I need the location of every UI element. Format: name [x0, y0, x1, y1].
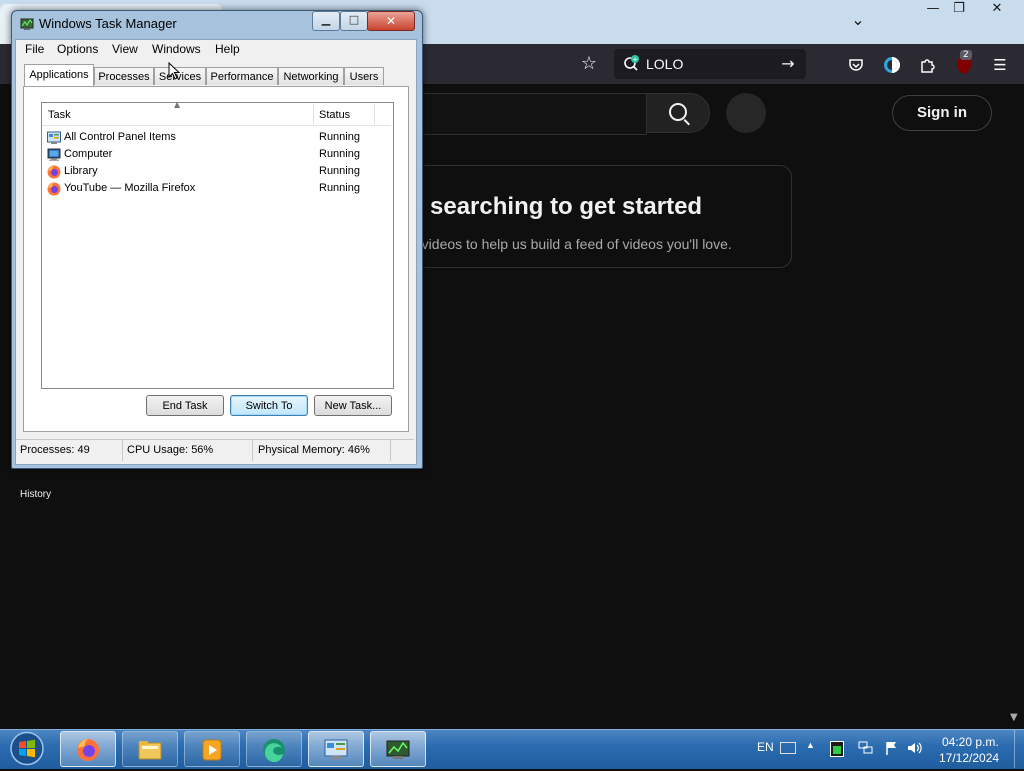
column-header-status[interactable]: Status [319, 109, 350, 121]
close-button[interactable]: ✕ [367, 11, 415, 31]
card-subtitle: g videos to help us build a feed of vide… [410, 236, 732, 252]
tab-performance[interactable]: Performance [206, 67, 278, 85]
restore-glyph: ❐ [953, 1, 965, 16]
task-status: Running [319, 165, 360, 177]
menu-help[interactable]: Help [215, 42, 240, 56]
search-engine-icon: + [622, 54, 642, 74]
start-button[interactable] [6, 730, 48, 767]
task-manager-icon [20, 16, 34, 30]
firefox-icon [47, 181, 61, 196]
end-task-button[interactable]: End Task [146, 395, 224, 416]
task-name[interactable]: All Control Panel Items [64, 131, 176, 143]
tab-applications[interactable]: Applications [24, 64, 94, 86]
volume-icon[interactable] [906, 740, 924, 756]
youtube-search-input[interactable] [420, 93, 647, 135]
taskbar-firefox[interactable] [60, 731, 116, 767]
firefox-icon [77, 739, 99, 761]
tab-users[interactable]: Users [344, 67, 384, 85]
computer-icon [47, 147, 61, 161]
taskbar-media-player[interactable] [184, 731, 240, 767]
hamburger-menu-icon[interactable]: ☰ [988, 54, 1012, 76]
mouse-pointer-icon [168, 61, 181, 80]
task-name[interactable]: Library [64, 165, 98, 177]
status-processes: Processes: 49 [20, 444, 90, 456]
menu-view[interactable]: View [112, 42, 138, 56]
status-divider [122, 440, 123, 461]
show-desktop-button[interactable] [1014, 730, 1024, 768]
task-status: Running [319, 148, 360, 160]
tab-networking[interactable]: Networking [278, 67, 344, 85]
youtube-search-button[interactable] [646, 93, 710, 133]
sort-caret-icon: ▲ [174, 100, 181, 109]
maximize-button[interactable]: □ [340, 11, 368, 31]
arrow-right-icon[interactable]: → [778, 54, 798, 74]
switch-to-button[interactable]: Switch To [230, 395, 308, 416]
taskbar-explorer[interactable] [122, 731, 178, 767]
voice-search-button[interactable] [726, 93, 766, 133]
taskbar-edge[interactable] [246, 731, 302, 767]
new-task-button[interactable]: New Task... [314, 395, 392, 416]
window-title: Windows Task Manager [39, 16, 177, 31]
action-center-flag-icon[interactable] [884, 740, 900, 756]
column-divider[interactable] [374, 104, 375, 124]
clock-time[interactable]: 04:20 p.m. [942, 735, 999, 749]
sign-in-button[interactable]: Sign in [892, 95, 992, 131]
search-icon [669, 103, 687, 121]
menu-options[interactable]: Options [57, 42, 98, 56]
status-divider [252, 440, 253, 461]
close-icon[interactable]: ✕ [980, 0, 1014, 20]
network-icon[interactable] [858, 740, 874, 756]
close-glyph: ✕ [991, 1, 1003, 16]
pocket-icon[interactable] [844, 54, 868, 76]
extension-badge: 2 [960, 50, 972, 60]
menu-windows[interactable]: Windows [152, 42, 201, 56]
status-divider [390, 440, 391, 461]
task-list[interactable] [41, 102, 394, 389]
minimize-button[interactable]: ▁ [312, 11, 340, 31]
chevron-down-icon[interactable]: ⌄ [846, 10, 870, 34]
restore-icon[interactable]: ❐ [944, 0, 974, 20]
taskbar-control-panel[interactable] [308, 731, 364, 767]
task-status: Running [319, 131, 360, 143]
media-player-icon [202, 739, 222, 761]
extensions-puzzle-icon[interactable] [916, 54, 940, 76]
tab-services[interactable]: Services [154, 67, 206, 85]
column-header-task[interactable]: Task [48, 109, 71, 121]
bookmark-star-icon[interactable]: ☆ [578, 53, 600, 75]
minimize-glyph: — [926, 1, 940, 16]
sidebar-item-history[interactable]: History [20, 489, 51, 500]
column-divider[interactable] [313, 104, 314, 124]
tab-processes[interactable]: Processes [94, 67, 154, 85]
edge-icon [263, 739, 285, 762]
status-cpu: CPU Usage: 56% [127, 444, 214, 456]
show-hidden-icons-arrow[interactable]: ▲ [806, 740, 815, 750]
task-manager-icon [386, 740, 410, 759]
task-name[interactable]: YouTube — Mozilla Firefox [64, 182, 195, 194]
clock-date[interactable]: 17/12/2024 [939, 751, 999, 765]
taskbar-task-manager[interactable] [370, 731, 426, 767]
task-manager-tray-icon[interactable] [830, 741, 844, 757]
control-panel-icon [47, 130, 61, 144]
folder-icon [138, 741, 162, 760]
language-indicator[interactable]: EN [757, 740, 774, 754]
control-panel-icon [324, 739, 348, 759]
firefox-icon [47, 164, 61, 179]
card-title: y searching to get started [410, 193, 703, 220]
dark-reader-icon[interactable] [880, 54, 904, 76]
browser-search-text[interactable]: LOLO [646, 56, 683, 72]
svg-text:+: + [632, 56, 638, 64]
menu-file[interactable]: File [25, 42, 44, 56]
task-status: Running [319, 182, 360, 194]
task-name[interactable]: Computer [64, 148, 112, 160]
status-memory: Physical Memory: 46% [258, 444, 370, 456]
scroll-down-arrow-icon[interactable]: ▼ [1010, 712, 1022, 726]
keyboard-icon[interactable] [780, 742, 796, 754]
